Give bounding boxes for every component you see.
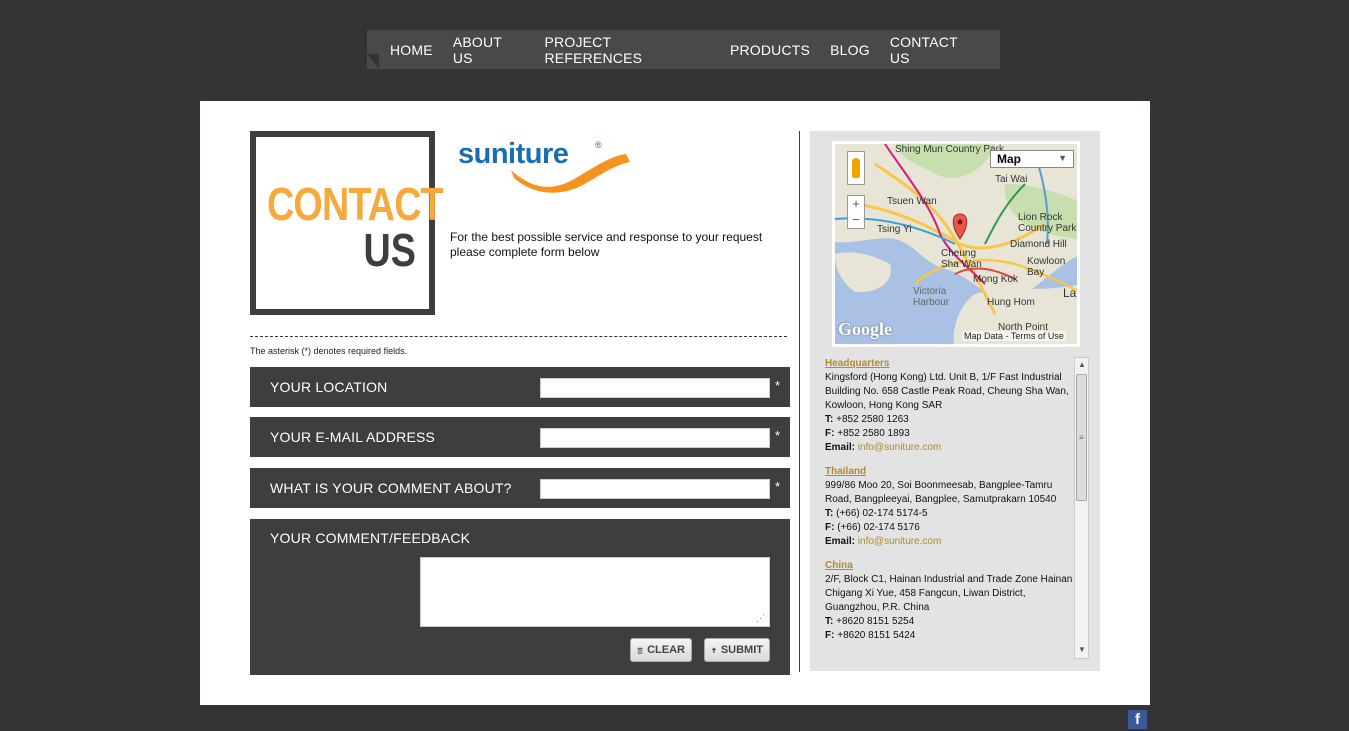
tel-label: T: xyxy=(825,508,834,519)
clear-label: CLEAR xyxy=(647,644,685,656)
address-block-thailand: Thailand 999/86 Moo 20, Soi Boonmeesab, … xyxy=(825,465,1075,549)
address-heading[interactable]: Thailand xyxy=(825,465,1075,479)
subject-row: WHAT IS YOUR COMMENT ABOUT? * xyxy=(250,468,790,508)
address-list: Headquarters Kingsford (Hong Kong) Ltd. … xyxy=(825,357,1075,657)
nav-project-references[interactable]: PROJECT REFERENCES xyxy=(545,34,710,66)
feedback-textarea[interactable] xyxy=(420,557,770,627)
fax-label: F: xyxy=(825,630,835,641)
map-label: Tai Wai xyxy=(995,174,1028,185)
column-divider xyxy=(799,131,800,672)
zoom-control[interactable]: + − xyxy=(847,195,865,229)
location-label: YOUR LOCATION xyxy=(270,379,388,395)
scroll-up-icon[interactable]: ▲ xyxy=(1078,360,1086,369)
fax-value: +852 2580 1893 xyxy=(837,428,910,439)
tel-label: T: xyxy=(825,616,834,627)
tel-value: +852 2580 1263 xyxy=(836,414,909,425)
grip-icon: ≡ xyxy=(1079,433,1084,442)
map-type-dropdown[interactable]: Map ▼ xyxy=(990,150,1074,168)
nav-products[interactable]: PRODUCTS xyxy=(730,42,810,58)
tel-value: (+66) 02-174 5174-5 xyxy=(836,508,928,519)
zoom-out-icon[interactable]: − xyxy=(848,212,864,228)
zoom-in-icon[interactable]: + xyxy=(848,196,864,212)
contact-sidebar: Shing Mun Country Park Tai Wai Tsuen Wan… xyxy=(810,131,1100,671)
badge-word-us: US xyxy=(363,224,416,276)
submit-label: SUBMIT xyxy=(720,644,763,656)
address-block-china: China 2/F, Block C1, Hainan Industrial a… xyxy=(825,559,1075,643)
required-asterisk: * xyxy=(775,479,781,494)
fax-label: F: xyxy=(825,522,835,533)
map-label: Mong Kok xyxy=(973,274,1019,285)
email-link[interactable]: info@suniture.com xyxy=(858,442,942,453)
map-label: Cheung Sha Wan xyxy=(941,248,982,270)
google-logo[interactable]: Google xyxy=(838,319,892,340)
email-link[interactable]: info@suniture.com xyxy=(858,536,942,547)
email-label: Email: xyxy=(825,442,856,453)
email-input[interactable] xyxy=(540,428,770,448)
address-scrollbar[interactable]: ▲ ≡ ▼ xyxy=(1074,357,1089,659)
map-label: Kowloon Bay xyxy=(1027,256,1066,278)
location-map[interactable]: Shing Mun Country Park Tai Wai Tsuen Wan… xyxy=(832,141,1080,347)
dashed-separator xyxy=(250,336,787,337)
address-text: 999/86 Moo 20, Soi Boonmeesab, Bangplee-… xyxy=(825,480,1057,505)
intro-text: For the best possible service and respon… xyxy=(450,230,763,259)
required-asterisk: * xyxy=(775,428,781,443)
email-label: Email: xyxy=(825,536,856,547)
street-view-pegman-icon[interactable] xyxy=(847,151,865,185)
arrow-up-icon xyxy=(711,647,717,653)
map-label: Tsing Yi xyxy=(877,224,912,235)
address-text: Kingsford (Hong Kong) Ltd. Unit B, 1/F F… xyxy=(825,372,1069,411)
feedback-label: YOUR COMMENT/FEEDBACK xyxy=(270,530,471,546)
map-label: Shing Mun Country Park xyxy=(895,144,1004,155)
subject-input[interactable] xyxy=(540,479,770,499)
clear-button[interactable]: CLEAR xyxy=(630,638,692,662)
map-label: Tsuen Wan xyxy=(887,196,937,207)
scroll-down-icon[interactable]: ▼ xyxy=(1078,645,1086,654)
email-row: YOUR E-MAIL ADDRESS * xyxy=(250,417,790,457)
subject-label: WHAT IS YOUR COMMENT ABOUT? xyxy=(270,480,512,496)
trash-icon xyxy=(637,647,643,654)
contact-us-badge: CONTACT US xyxy=(250,131,444,315)
suniture-logo: suniture ® xyxy=(458,138,633,193)
nav-about-us[interactable]: ABOUT US xyxy=(453,34,525,66)
map-label: Victoria Harbour xyxy=(913,286,950,308)
nav-home[interactable]: HOME xyxy=(390,42,433,58)
feedback-section: YOUR COMMENT/FEEDBACK ⋰ CLEAR SUBMIT xyxy=(250,519,790,675)
map-label: Hung Hom xyxy=(987,297,1035,308)
main-nav: HOME ABOUT US PROJECT REFERENCES PRODUCT… xyxy=(367,30,1000,69)
tel-value: +8620 8151 5254 xyxy=(836,616,915,627)
scroll-thumb[interactable]: ≡ xyxy=(1076,374,1087,501)
submit-button[interactable]: SUBMIT xyxy=(704,638,770,662)
fax-value: +8620 8151 5424 xyxy=(837,630,916,641)
content-panel: CONTACT US suniture ® For the best possi… xyxy=(200,101,1150,705)
badge-word-contact: CONTACT xyxy=(267,178,444,230)
fax-label: F: xyxy=(825,428,835,439)
map-label: Lion Rock Country Park xyxy=(1018,212,1077,234)
email-label: YOUR E-MAIL ADDRESS xyxy=(270,429,436,445)
address-block-headquarters: Headquarters Kingsford (Hong Kong) Ltd. … xyxy=(825,357,1075,455)
resize-grip-icon[interactable]: ⋰ xyxy=(756,613,765,624)
required-asterisk: * xyxy=(775,378,781,393)
tel-label: T: xyxy=(825,414,834,425)
map-label: Diamond Hill xyxy=(1010,239,1067,250)
address-heading[interactable]: Headquarters xyxy=(825,357,1075,371)
facebook-icon[interactable]: f xyxy=(1128,710,1147,729)
map-terms-link[interactable]: Map Data - Terms of Use xyxy=(962,331,1066,341)
address-text: 2/F, Block C1, Hainan Industrial and Tra… xyxy=(825,574,1073,613)
map-label: La xyxy=(1063,286,1077,300)
nav-contact-us[interactable]: CONTACT US xyxy=(890,34,980,66)
fax-value: (+66) 02-174 5176 xyxy=(837,522,920,533)
chevron-down-icon: ▼ xyxy=(1058,153,1067,163)
required-note: The asterisk (*) denotes required fields… xyxy=(250,346,408,356)
address-heading[interactable]: China xyxy=(825,559,1075,573)
nav-fold-decoration xyxy=(367,54,379,69)
location-input[interactable] xyxy=(540,378,770,398)
logo-swoosh-icon xyxy=(511,154,630,193)
location-row: YOUR LOCATION * xyxy=(250,367,790,407)
nav-blog[interactable]: BLOG xyxy=(830,42,870,58)
map-type-label: Map xyxy=(997,152,1021,166)
